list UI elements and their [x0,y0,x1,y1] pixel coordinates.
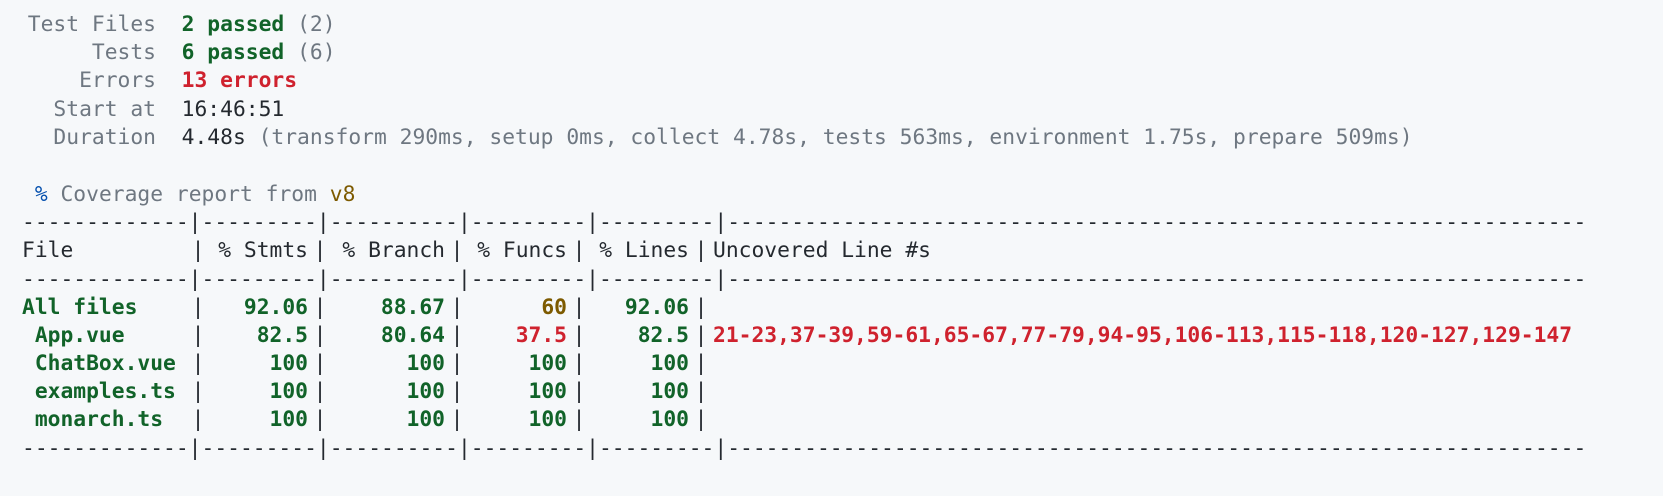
row-branch: 100 [406,379,445,404]
row-funcs: 60 [541,295,567,320]
column-divider: | [450,351,464,376]
row-stmts: 82.5 [256,323,308,348]
summary-detail: (transform 290ms, setup 0ms, collect 4.7… [258,125,1413,150]
table-header-row: File | % Stmts | % Branch | % Funcs | % … [22,237,931,265]
column-divider: | [694,238,708,263]
summary-suffix: (6) [297,40,336,65]
column-divider: | [450,379,464,404]
summary-value: 13 errors [181,68,298,93]
coverage-header-text: Coverage report from [60,182,317,207]
row-branch: 80.64 [380,323,445,348]
row-funcs: 100 [528,351,567,376]
coverage-header: % Coverage report from v8 [22,180,356,210]
summary-value: 6 passed [181,40,285,65]
summary-value: 4.48s [181,125,246,150]
row-file: monarch.ts [22,407,164,432]
summary-value: 16:46:51 [181,97,285,122]
row-file: All files [22,295,138,320]
row-lines: 92.06 [624,295,689,320]
column-divider: | [572,323,586,348]
row-stmts: 92.06 [243,295,308,320]
column-divider: | [694,295,708,320]
table-separator: -------------|---------|----------|-----… [22,436,1587,461]
summary-label: Start at [53,97,156,122]
summary-tests: Tests 6 passed (6) [22,38,336,68]
column-divider: | [450,407,464,432]
column-divider: | [313,351,327,376]
column-divider: | [191,379,205,404]
summary-label: Errors [79,68,156,93]
column-divider: | [572,238,586,263]
column-divider: | [572,407,586,432]
column-header-uncovered: Uncovered Line #s [713,238,931,263]
summary-label: Test Files [27,12,156,37]
column-header-lines: % Lines [599,238,689,263]
percent-icon: % [34,182,48,207]
column-divider: | [191,323,205,348]
column-divider: | [450,238,464,263]
column-divider: | [694,407,708,432]
row-funcs: 100 [528,379,567,404]
row-lines: 100 [650,379,689,404]
row-branch: 100 [406,407,445,432]
column-divider: | [694,351,708,376]
column-divider: | [450,295,464,320]
row-stmts: 100 [269,351,308,376]
summary-errors: Errors 13 errors [22,66,297,96]
column-divider: | [191,407,205,432]
column-divider: | [450,323,464,348]
table-row-all-files: All files | 92.06 | 88.67 | 60 | 92.06 | [22,294,713,322]
row-stmts: 100 [269,407,308,432]
column-divider: | [694,323,708,348]
column-divider: | [191,295,205,320]
summary-value: 2 passed [181,12,285,37]
table-separator: -------------|---------|----------|-----… [22,267,1587,292]
row-funcs: 100 [528,407,567,432]
summary-label: Duration [53,125,156,150]
summary-label: Tests [91,40,156,65]
summary-test-files: Test Files 2 passed (2) [22,10,336,40]
column-divider: | [313,238,327,263]
column-header-stmts: % Stmts [218,238,308,263]
column-divider: | [572,379,586,404]
coverage-provider: v8 [329,182,356,207]
column-divider: | [572,351,586,376]
column-header-funcs: % Funcs [477,238,567,263]
column-divider: | [313,407,327,432]
column-divider: | [694,379,708,404]
row-file: ChatBox.vue [22,351,176,376]
terminal-output: Test Files 2 passed (2) Tests 6 passed (… [0,0,1663,496]
summary-start-at: Start at 16:46:51 [22,95,284,125]
row-lines: 82.5 [637,323,689,348]
table-row-chatbox-vue: ChatBox.vue | 100 | 100 | 100 | 100 | [22,350,713,378]
summary-duration: Duration 4.48s (transform 290ms, setup 0… [22,123,1413,153]
column-divider: | [313,323,327,348]
row-funcs: 37.5 [515,323,567,348]
column-divider: | [313,295,327,320]
table-row-examples-ts: examples.ts | 100 | 100 | 100 | 100 | [22,378,713,406]
row-branch: 88.67 [380,295,445,320]
row-file: examples.ts [22,379,176,404]
column-divider: | [191,351,205,376]
column-divider: | [572,295,586,320]
table-separator: -------------|---------|----------|-----… [22,210,1587,235]
row-file: App.vue [22,323,125,348]
summary-suffix: (2) [297,12,336,37]
table-row-app-vue: App.vue | 82.5 | 80.64 | 37.5 | 82.5 | 2… [22,322,1572,350]
row-stmts: 100 [269,379,308,404]
column-header-file: File [22,238,74,263]
row-lines: 100 [650,407,689,432]
table-row-monarch-ts: monarch.ts | 100 | 100 | 100 | 100 | [22,406,713,434]
column-divider: | [191,238,205,263]
row-branch: 100 [406,351,445,376]
row-uncovered: 21-23,37-39,59-61,65-67,77-79,94-95,106-… [713,323,1573,348]
column-divider: | [313,379,327,404]
column-header-branch: % Branch [342,238,445,263]
row-lines: 100 [650,351,689,376]
